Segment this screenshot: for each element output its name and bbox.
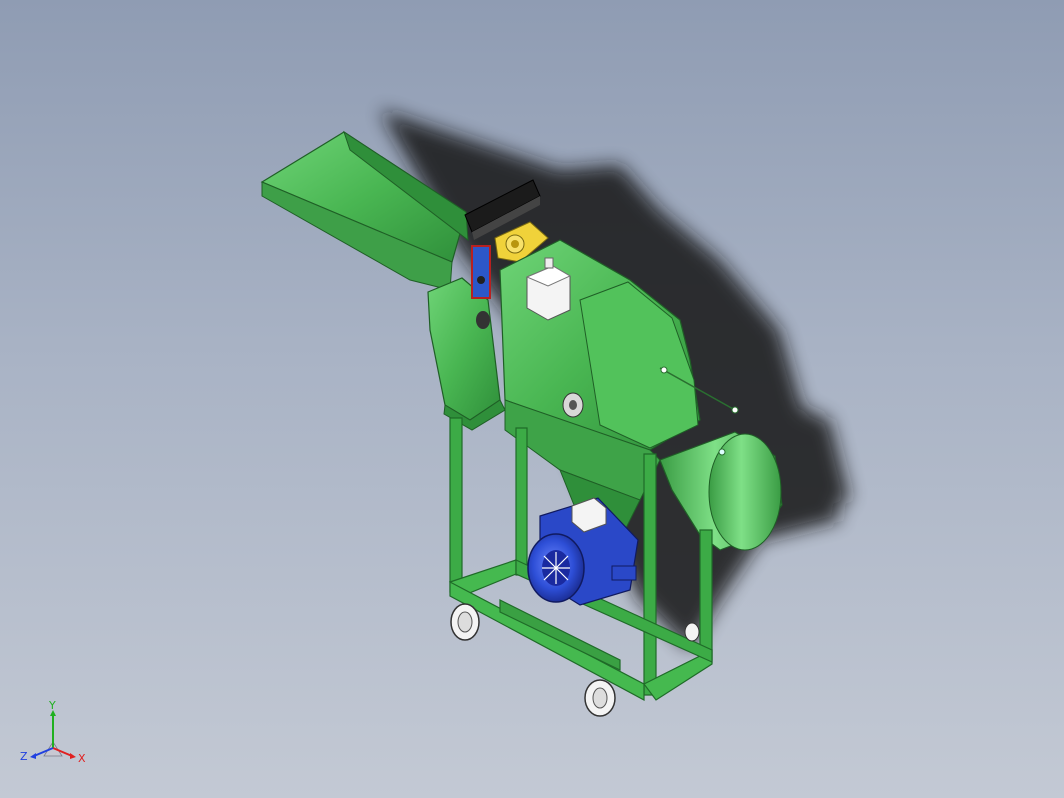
z-axis-label: Z: [20, 750, 28, 763]
caster-wheel: [684, 622, 700, 642]
graphics-viewport[interactable]: Y X Z: [0, 0, 1064, 798]
side-plate: [471, 245, 491, 299]
belt-guard-cover[interactable]: [427, 277, 506, 431]
caster-wheel: [584, 679, 616, 717]
3d-model-view[interactable]: [0, 0, 1064, 798]
caster-wheel: [450, 603, 480, 641]
pulley: [562, 392, 584, 418]
y-axis-label: Y: [48, 700, 56, 712]
x-axis-label: X: [78, 752, 86, 765]
pulley: [476, 311, 490, 329]
coordinate-triad: Y X Z: [20, 700, 86, 765]
